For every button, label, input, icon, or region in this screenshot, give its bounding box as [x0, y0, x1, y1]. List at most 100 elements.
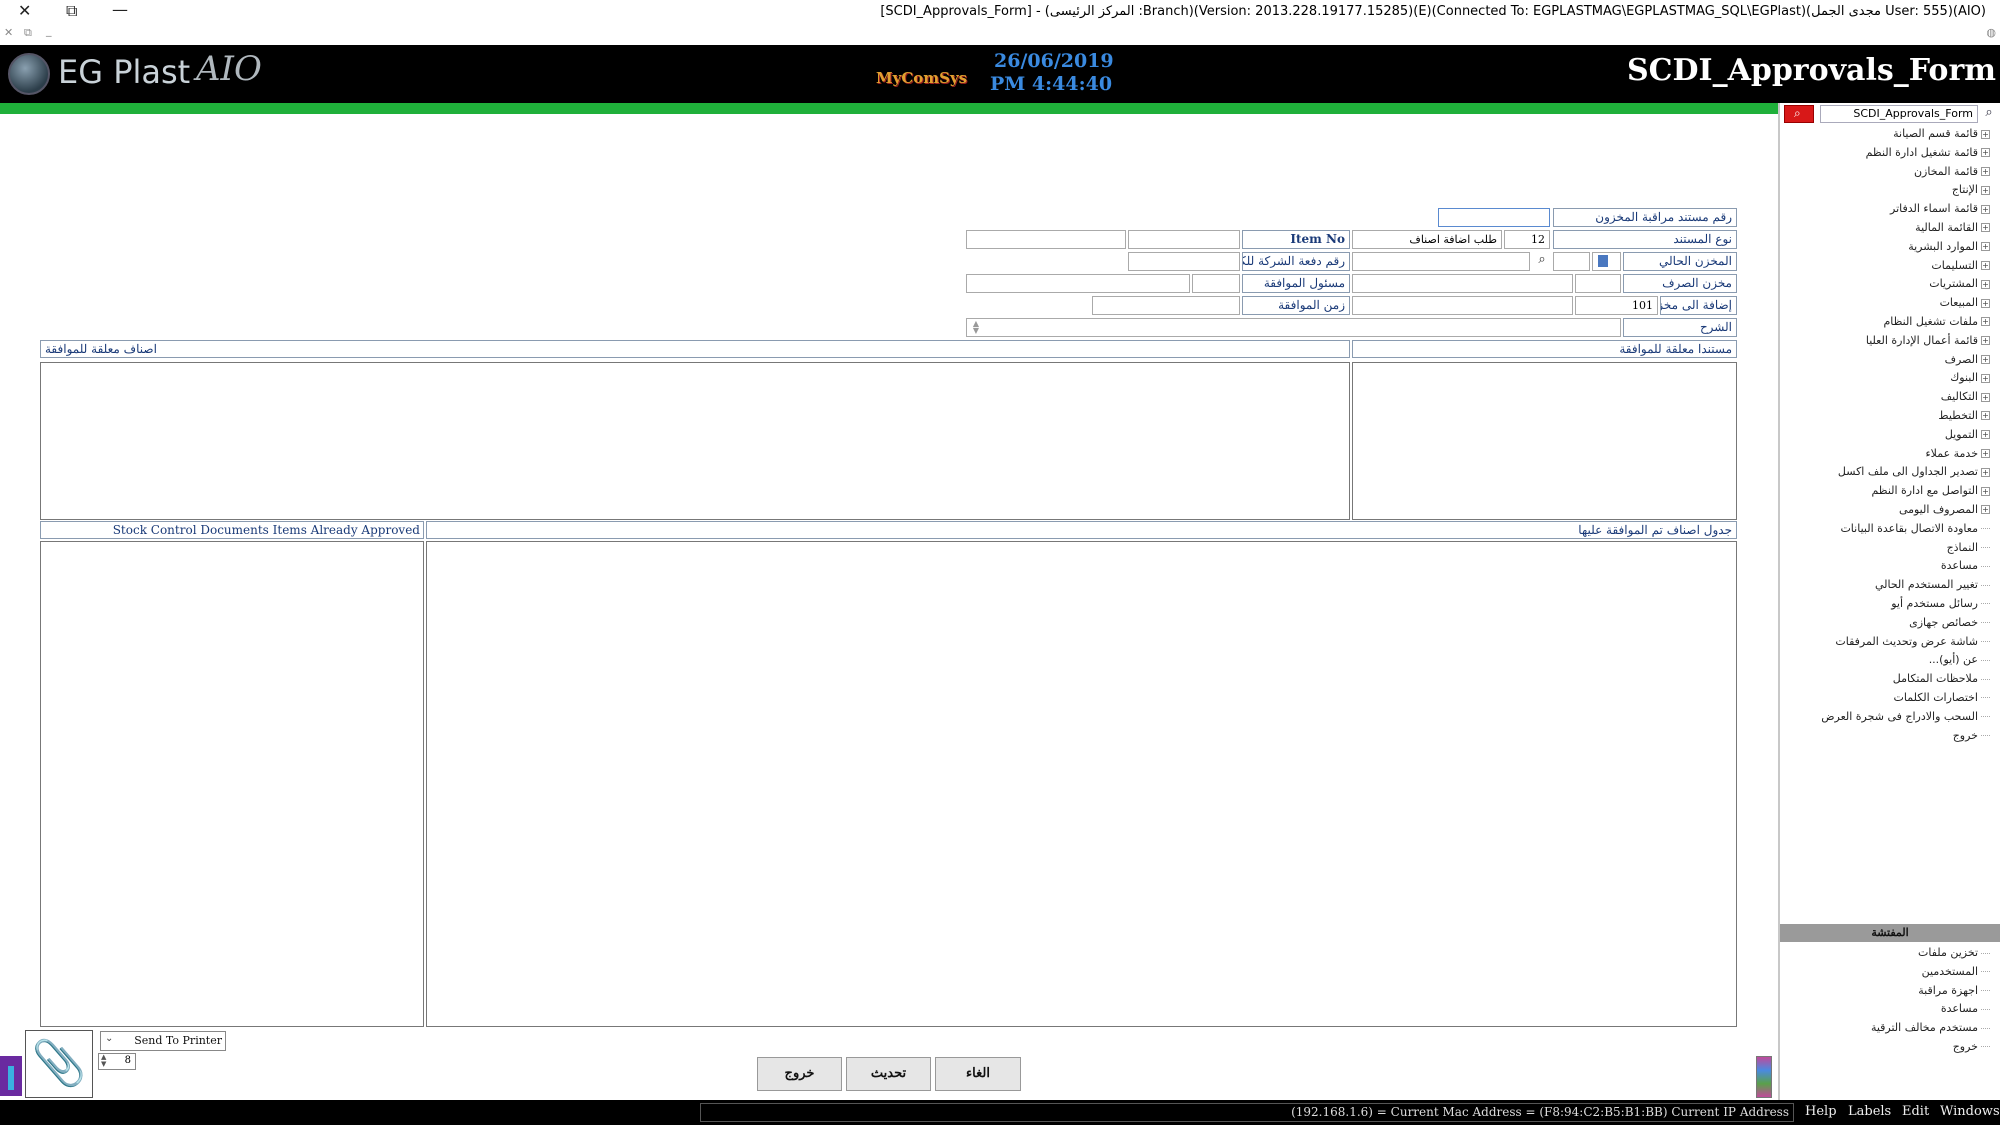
- expand-icon[interactable]: +: [1981, 373, 1990, 383]
- doc-type-code[interactable]: 12: [1504, 230, 1550, 249]
- expand-icon[interactable]: +: [1981, 242, 1990, 252]
- expand-icon[interactable]: +: [1981, 355, 1990, 365]
- item-no-input[interactable]: [1128, 230, 1240, 249]
- expand-icon[interactable]: +: [1981, 486, 1990, 496]
- palette-icon[interactable]: [1756, 1056, 1772, 1098]
- cancel-button[interactable]: الغاء: [935, 1057, 1021, 1091]
- menu-item[interactable]: +ملفات تشغيل النظام: [1821, 313, 1990, 332]
- menu-item[interactable]: +قائمة تشغيل ادارة النظم: [1821, 144, 1990, 163]
- close-icon[interactable]: ✕: [18, 1, 31, 20]
- exit-button[interactable]: خروج: [757, 1057, 842, 1091]
- menu-item[interactable]: النماذج: [1821, 539, 1990, 558]
- menu-item[interactable]: +التمويل: [1821, 426, 1990, 445]
- menu-help[interactable]: Help: [1805, 1104, 1837, 1119]
- expand-icon[interactable]: +: [1981, 317, 1990, 327]
- approved-items-grid[interactable]: [426, 541, 1737, 1027]
- paperclip-icon[interactable]: 📎: [25, 1030, 93, 1098]
- admin-menu-item[interactable]: المستخدمين: [1871, 963, 1990, 982]
- menu-item[interactable]: +قائمة المخازن: [1821, 163, 1990, 182]
- menu-item[interactable]: +قائمة أعمال الإدارة العليا: [1821, 332, 1990, 351]
- search-icon[interactable]: ⌕: [1980, 105, 1998, 123]
- expense-store-code[interactable]: [1575, 274, 1621, 293]
- menu-item[interactable]: +المشتريات: [1821, 275, 1990, 294]
- menu-windows[interactable]: Windows: [1940, 1104, 2000, 1119]
- already-approved-grid[interactable]: [40, 541, 424, 1027]
- expand-icon[interactable]: +: [1981, 185, 1990, 195]
- menu-item[interactable]: +التخطيط: [1821, 407, 1990, 426]
- printer-select[interactable]: ⌄ Send To Printer: [100, 1031, 226, 1051]
- menu-search-input[interactable]: SCDI_Approvals_Form: [1820, 105, 1978, 123]
- menu-item[interactable]: +تصدير الجداول الى ملف اكسل: [1821, 463, 1990, 482]
- expand-icon[interactable]: +: [1981, 505, 1990, 515]
- expand-icon[interactable]: +: [1981, 430, 1990, 440]
- pending-docs-grid[interactable]: [1352, 362, 1737, 520]
- doc-number-input[interactable]: [1438, 208, 1550, 227]
- menu-item[interactable]: +خدمة عملاء: [1821, 445, 1990, 464]
- menu-item-label: السحب والادراج فى شجرة العرض: [1821, 709, 1978, 723]
- menu-item[interactable]: خروج: [1821, 727, 1990, 746]
- menu-item[interactable]: تغيير المستخدم الحالي: [1821, 576, 1990, 595]
- menu-item[interactable]: +القائمة المالية: [1821, 219, 1990, 238]
- expand-icon[interactable]: +: [1981, 129, 1990, 139]
- admin-menu-item[interactable]: مساعدة: [1871, 1000, 1990, 1019]
- menu-item[interactable]: ملاحظات المتكامل: [1821, 670, 1990, 689]
- menu-item[interactable]: معاودة الاتصال بقاعدة البيانات: [1821, 520, 1990, 539]
- menu-edit[interactable]: Edit: [1902, 1104, 1929, 1119]
- side-tab[interactable]: [0, 1056, 22, 1096]
- search-button[interactable]: ⌕: [1784, 105, 1814, 123]
- refresh-button[interactable]: تحديث: [846, 1057, 931, 1091]
- menu-item[interactable]: اختصارات الكلمات: [1821, 689, 1990, 708]
- menu-item[interactable]: عن (أيو)...: [1821, 651, 1990, 670]
- approver-code[interactable]: [1192, 274, 1240, 293]
- menu-item[interactable]: +الإنتاج: [1821, 181, 1990, 200]
- expand-icon[interactable]: +: [1981, 336, 1990, 346]
- mdi-close-icon[interactable]: ✕: [4, 26, 13, 39]
- expand-icon[interactable]: +: [1981, 298, 1990, 308]
- menu-item[interactable]: +المصروف اليومى: [1821, 501, 1990, 520]
- admin-menu-item[interactable]: اجهزة مراقبة: [1871, 982, 1990, 1001]
- expand-icon[interactable]: +: [1981, 392, 1990, 402]
- expand-icon[interactable]: +: [1981, 279, 1990, 289]
- menu-item[interactable]: رسائل مستخدم أيو: [1821, 595, 1990, 614]
- menu-item[interactable]: خصائص جهازى: [1821, 614, 1990, 633]
- menu-item[interactable]: السحب والادراج فى شجرة العرض: [1821, 708, 1990, 727]
- menu-item[interactable]: +قائمة اسماء الدفاتر: [1821, 200, 1990, 219]
- menu-item[interactable]: شاشة عرض وتحديث المرفقات: [1821, 633, 1990, 652]
- current-store-field[interactable]: [1553, 252, 1590, 271]
- menu-item[interactable]: +قائمة قسم الصيانة: [1821, 125, 1990, 144]
- menu-item[interactable]: +الموارد البشرية: [1821, 238, 1990, 257]
- notes-input[interactable]: [966, 318, 1621, 337]
- menu-item[interactable]: +التسليمات: [1821, 257, 1990, 276]
- expand-icon[interactable]: +: [1981, 411, 1990, 421]
- pending-items-grid[interactable]: [40, 362, 1350, 520]
- menu-labels[interactable]: Labels: [1848, 1104, 1891, 1119]
- expand-icon[interactable]: +: [1981, 167, 1990, 177]
- menu-item[interactable]: +التواصل مع ادارة النظم: [1821, 482, 1990, 501]
- notes-spinner-icon[interactable]: ▲ ▼: [970, 320, 982, 335]
- stepper-arrows-icon[interactable]: ▲ ▼: [101, 1054, 106, 1068]
- copies-stepper[interactable]: ▲ ▼ 8: [98, 1053, 136, 1070]
- expand-icon[interactable]: +: [1981, 261, 1990, 271]
- expand-icon[interactable]: +: [1981, 148, 1990, 158]
- menu-item[interactable]: +المبيعات: [1821, 294, 1990, 313]
- menu-item[interactable]: +البنوك: [1821, 369, 1990, 388]
- minimize-icon[interactable]: —: [112, 0, 128, 19]
- expand-icon[interactable]: +: [1981, 223, 1990, 233]
- add-to-store-code[interactable]: 101: [1575, 296, 1658, 315]
- admin-menu-item[interactable]: خروج: [1871, 1038, 1990, 1057]
- mdi-minimize-icon[interactable]: _: [46, 24, 52, 37]
- company-batch-input[interactable]: [1352, 252, 1530, 271]
- expand-icon[interactable]: +: [1981, 467, 1990, 477]
- admin-menu-item[interactable]: مستخدم مخالف الترقية: [1871, 1019, 1990, 1038]
- calendar-icon[interactable]: [1598, 255, 1608, 267]
- expand-icon[interactable]: +: [1981, 204, 1990, 214]
- search-icon[interactable]: ⌕: [1533, 252, 1551, 271]
- menu-item[interactable]: +الصرف: [1821, 351, 1990, 370]
- expand-icon[interactable]: +: [1981, 449, 1990, 459]
- menu-item[interactable]: +التكاليف: [1821, 388, 1990, 407]
- admin-menu-item[interactable]: تخزين ملفات: [1871, 944, 1990, 963]
- mdi-restore-icon[interactable]: ⧉: [24, 26, 32, 40]
- menu-item[interactable]: مساعدة: [1821, 557, 1990, 576]
- item-name-display: [966, 230, 1126, 249]
- restore-icon[interactable]: ⧉: [66, 1, 77, 21]
